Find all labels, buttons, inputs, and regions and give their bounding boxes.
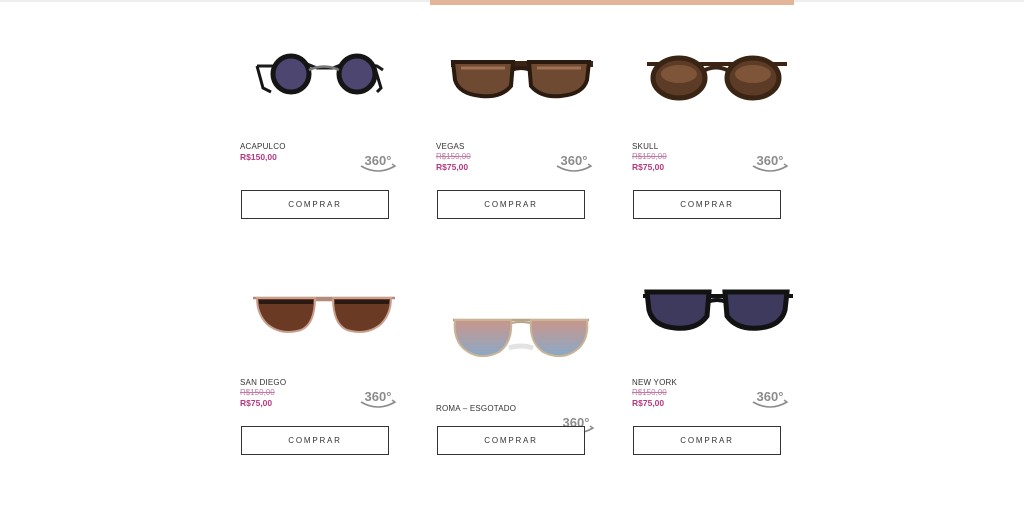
product-price: R$75,00 <box>632 398 665 408</box>
product-card: SAN DIEGO R$150,00 R$75,00 360° COMPRAR <box>240 276 420 496</box>
rotate-360-label: 360° <box>561 153 588 168</box>
product-card: VEGAS R$150,00 R$75,00 360° COMPRAR <box>436 40 616 260</box>
rotate-360-icon[interactable]: 360° <box>750 388 790 412</box>
tortoise-round-sunglasses-icon[interactable] <box>637 40 797 120</box>
product-old-price: R$150,00 <box>632 152 667 161</box>
product-name[interactable]: SAN DIEGO <box>240 378 286 387</box>
buy-button[interactable]: COMPRAR <box>437 190 585 219</box>
product-card: SKULL R$150,00 R$75,00 360° COMPRAR <box>632 40 812 260</box>
buy-button[interactable]: COMPRAR <box>241 190 389 219</box>
rotate-360-icon[interactable]: 360° <box>358 152 398 176</box>
product-card: NEW YORK R$150,00 R$75,00 360° COMPRAR <box>632 276 812 496</box>
tortoise-wayfarer-sunglasses-icon[interactable] <box>441 40 601 120</box>
rotate-360-label: 360° <box>365 153 392 168</box>
product-price: R$150,00 <box>240 152 277 162</box>
product-grid: ACAPULCO R$150,00 360° COMPRAR VEGAS R$1… <box>0 0 1024 512</box>
rotate-360-icon[interactable]: 360° <box>554 152 594 176</box>
buy-button[interactable]: COMPRAR <box>437 426 585 455</box>
product-name[interactable]: ROMA – ESGOTADO <box>436 404 516 413</box>
rotate-360-icon[interactable]: 360° <box>358 388 398 412</box>
product-card: ROMA – ESGOTADO 360° COMPRAR <box>436 276 616 496</box>
brown-double-bridge-sunglasses-icon[interactable] <box>245 276 405 356</box>
product-old-price: R$150,00 <box>240 388 275 397</box>
rotate-360-label: 360° <box>757 389 784 404</box>
product-name[interactable]: NEW YORK <box>632 378 677 387</box>
buy-button[interactable]: COMPRAR <box>633 426 781 455</box>
dark-wayfarer-sunglasses-icon[interactable] <box>637 276 797 356</box>
product-old-price: R$150,00 <box>436 152 471 161</box>
product-card: ACAPULCO R$150,00 360° COMPRAR <box>240 40 420 260</box>
product-price: R$75,00 <box>436 162 469 172</box>
product-name[interactable]: SKULL <box>632 142 658 151</box>
round-dark-sunglasses-icon[interactable] <box>245 40 405 120</box>
buy-button[interactable]: COMPRAR <box>633 190 781 219</box>
product-name[interactable]: ACAPULCO <box>240 142 286 151</box>
rotate-360-label: 360° <box>365 389 392 404</box>
product-price: R$75,00 <box>632 162 665 172</box>
rotate-360-label: 360° <box>757 153 784 168</box>
product-old-price: R$150,00 <box>632 388 667 397</box>
product-price: R$75,00 <box>240 398 273 408</box>
rotate-360-icon[interactable]: 360° <box>750 152 790 176</box>
product-name[interactable]: VEGAS <box>436 142 465 151</box>
buy-button[interactable]: COMPRAR <box>241 426 389 455</box>
gradient-aviator-sunglasses-icon[interactable] <box>441 304 601 384</box>
